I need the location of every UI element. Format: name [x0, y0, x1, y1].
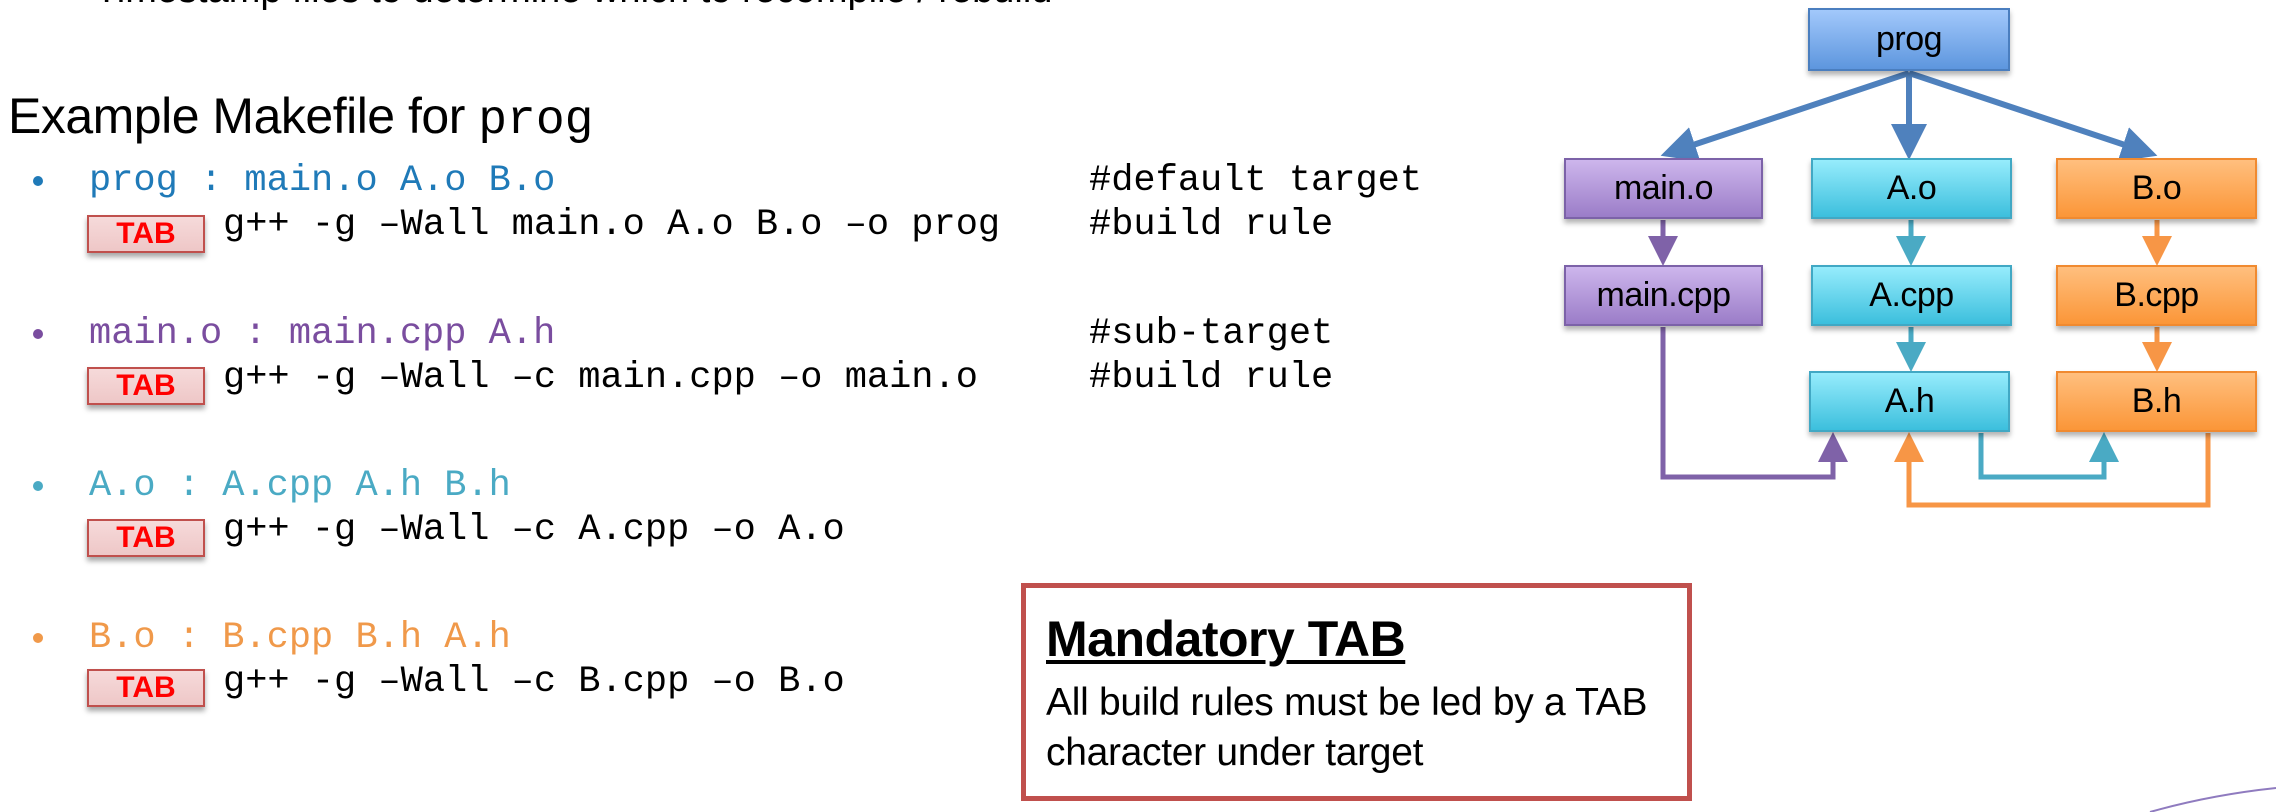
node-a-o: A.o [1811, 158, 2012, 219]
node-main-cpp: main.cpp [1564, 265, 1763, 326]
edge-main-cpp-a-h [1660, 327, 1848, 480]
node-a-cpp: A.cpp [1811, 265, 2012, 326]
node-b-cpp: B.cpp [2056, 265, 2257, 326]
edge-prog-b-o [1908, 70, 2158, 162]
node-a-h: A.h [1809, 371, 2010, 432]
edge-prog-main-o [1660, 70, 1910, 162]
edge-a-h-b-h [1978, 432, 2119, 480]
node-prog: prog [1808, 8, 2010, 71]
node-main-o: main.o [1564, 158, 1763, 219]
node-b-o: B.o [2056, 158, 2257, 219]
edge-b-h-a-h [1894, 432, 2211, 508]
decorative-curve [2149, 787, 2276, 812]
node-b-h: B.h [2056, 371, 2257, 432]
